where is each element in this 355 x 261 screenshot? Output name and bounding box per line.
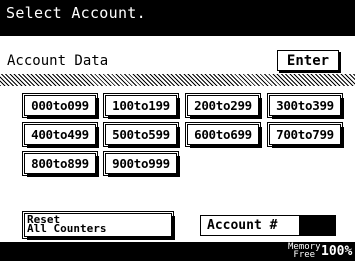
memory-label-line2: Free — [293, 250, 316, 260]
memory-percent: 100% — [321, 244, 353, 259]
title-bar: Select Account. — [0, 0, 355, 36]
hatched-divider — [0, 74, 355, 86]
range-button-100to199[interactable]: 100to199 — [103, 93, 179, 118]
page-title: Select Account. — [6, 4, 146, 22]
account-number-field[interactable] — [300, 215, 336, 236]
range-button-700to799[interactable]: 700to799 — [267, 122, 343, 147]
enter-button[interactable]: Enter — [277, 50, 339, 71]
range-button-200to299[interactable]: 200to299 — [185, 93, 261, 118]
range-button-800to899[interactable]: 800to899 — [22, 151, 98, 176]
memory-free-label: Memory Free — [288, 243, 321, 260]
range-button-300to399[interactable]: 300to399 — [267, 93, 343, 118]
range-button-600to699[interactable]: 600to699 — [185, 122, 261, 147]
range-button-500to599[interactable]: 500to599 — [103, 122, 179, 147]
reset-all-counters-button[interactable]: Reset All Counters — [22, 211, 174, 239]
range-button-400to499[interactable]: 400to499 — [22, 122, 98, 147]
range-button-000to099[interactable]: 000to099 — [22, 93, 98, 118]
reset-button-label-line2: All Counters — [27, 222, 107, 235]
account-data-label: Account Data — [7, 53, 109, 69]
copier-panel: Select Account. Account Data Enter 000to… — [0, 0, 355, 261]
range-button-900to999[interactable]: 900to999 — [103, 151, 179, 176]
account-number-button[interactable]: Account # — [200, 215, 300, 236]
